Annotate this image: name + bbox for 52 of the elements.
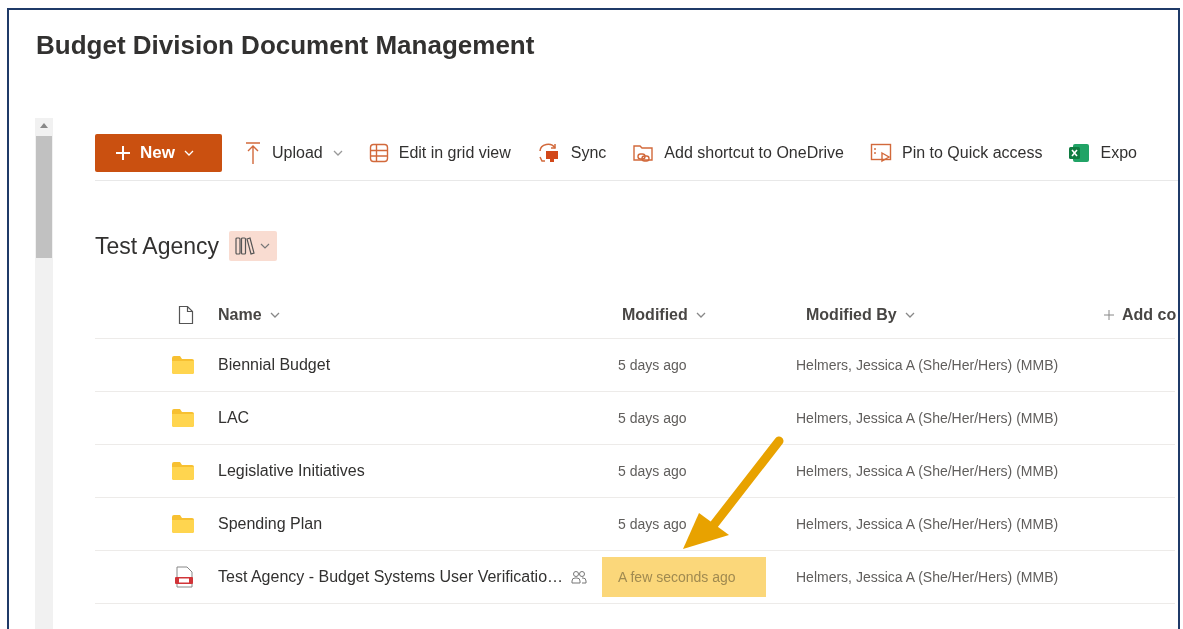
upload-icon [244, 141, 262, 164]
caret-icon [695, 312, 706, 318]
caret-icon [269, 312, 280, 318]
caret-icon [260, 243, 271, 249]
file-name-link[interactable]: Spending Plan [218, 515, 323, 533]
pdf-file-icon [174, 566, 194, 588]
spreadsheet-icon [1068, 142, 1091, 163]
caret-icon [183, 149, 194, 156]
modified-by-cell-text: Helmers, Jessica A (She/Her/Hers) (MMB) [795, 569, 1060, 585]
spreadsheet-button[interactable]: Expo [1068, 133, 1137, 172]
new-button[interactable]: New [95, 133, 222, 172]
column-header[interactable]: Name [218, 300, 622, 330]
modified-cell-text: 5 days ago [617, 462, 688, 481]
modified-cell-text: 5 days ago [617, 515, 688, 534]
scrollbar-thumb[interactable] [36, 136, 52, 258]
file-name-link[interactable]: Test Agency - Budget Systems User Verificatio… [218, 568, 564, 586]
sync-icon [536, 141, 561, 164]
folder-icon [172, 462, 194, 480]
column-header[interactable]: Modified [622, 300, 792, 330]
sync-button[interactable]: Sync [536, 133, 607, 172]
modified-cell-text: 5 days ago [617, 409, 688, 428]
upload-button[interactable]: Upload [244, 133, 343, 172]
library-view-button[interactable] [229, 231, 278, 261]
modified-cell: A few seconds ago [602, 557, 766, 597]
caret-icon [332, 149, 343, 156]
modified-by-cell-text: Helmers, Jessica A (She/Her/Hers) (MMB) [795, 357, 1060, 373]
folder-link-button[interactable]: Add shortcut to OneDrive [632, 133, 844, 172]
folder-icon [172, 356, 194, 374]
modified-by-cell-text: Helmers, Jessica A (She/Her/Hers) (MMB) [795, 516, 1060, 532]
modified-cell-text: 5 days ago [617, 356, 688, 375]
library-title: Test Agency [95, 232, 220, 260]
books-icon [235, 237, 258, 255]
plus-icon [115, 144, 131, 161]
folder-icon [172, 515, 194, 533]
modified-by-cell-text: Helmers, Jessica A (She/Her/Hers) (MMB) [795, 410, 1060, 426]
caret-icon [904, 312, 915, 318]
plus-icon [1104, 310, 1114, 320]
grid-icon [368, 142, 389, 163]
file-type-icon [178, 305, 194, 325]
folder-icon [172, 409, 194, 427]
column-header[interactable]: Modified By [806, 300, 1104, 330]
scrollbar[interactable] [35, 118, 53, 629]
add-column-button[interactable]: Add co [1104, 300, 1177, 330]
scroll-up-icon[interactable] [40, 122, 48, 128]
file-name-link[interactable]: LAC [218, 409, 250, 427]
pin-icon [869, 142, 892, 163]
file-name-link[interactable]: Biennial Budget [218, 356, 331, 374]
site-title: Budget Division Document Management [36, 30, 535, 61]
file-name-link[interactable]: Legislative Initiatives [218, 462, 365, 480]
pin-button[interactable]: Pin to Quick access [869, 133, 1043, 172]
grid-button[interactable]: Edit in grid view [368, 133, 511, 172]
modified-by-cell-text: Helmers, Jessica A (She/Her/Hers) (MMB) [795, 463, 1060, 479]
